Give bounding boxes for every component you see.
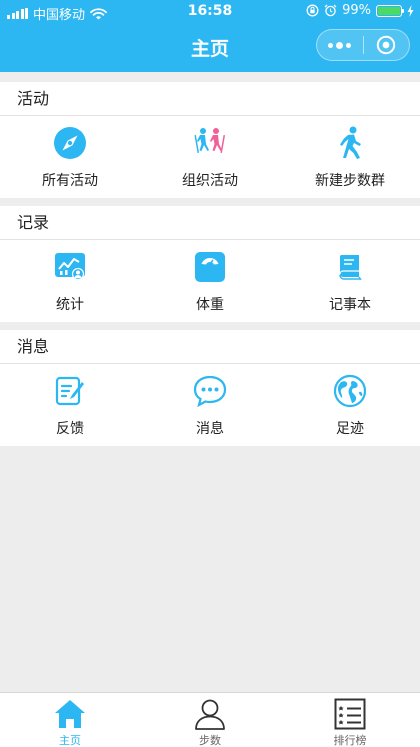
hikers-icon [194,128,226,154]
menu-item-messages[interactable]: 消息 [140,364,280,452]
menu-item-label: 消息 [196,421,224,437]
chat-bubble-icon [193,375,227,408]
section-title: 记录 [0,206,420,240]
charging-icon [407,4,414,17]
section-title: 消息 [0,330,420,364]
more-button[interactable] [317,30,363,60]
menu-item-label: 反馈 [56,421,84,437]
status-bar: 中国移动 16:58 99% [0,0,420,24]
menu-item-label: 统计 [56,297,84,313]
battery-percent: 99% [342,3,371,18]
globe-icon [333,374,367,408]
menu-item-label: 所有活动 [42,173,98,189]
home-icon [55,700,85,728]
battery-icon [376,4,404,17]
section-grid: 所有活动 组织活动 新建步数群 [0,116,420,204]
menu-item-notebook[interactable]: 记事本 [280,240,420,328]
menu-item-label: 足迹 [336,421,364,437]
miniprogram-capsule [316,29,410,61]
section-records: 记录 统计 体重 记事本 [0,206,420,322]
menu-item-label: 新建步数群 [315,173,385,189]
bottom-tab-bar: 主页 步数 排行榜 [0,692,420,747]
section-grid: 统计 体重 记事本 [0,240,420,328]
notebook-icon [339,255,362,280]
menu-item-weight[interactable]: 体重 [140,240,280,328]
ranking-list-icon [334,698,366,730]
menu-item-footprints[interactable]: 足迹 [280,364,420,452]
menu-item-new-step-group[interactable]: 新建步数群 [280,116,420,204]
tab-label: 主页 [59,734,81,747]
menu-item-statistics[interactable]: 统计 [0,240,140,328]
menu-item-label: 体重 [196,297,224,313]
stats-chart-icon [55,253,85,281]
weight-scale-icon [195,252,225,282]
tab-label: 步数 [199,734,221,747]
top-header: 中国移动 16:58 99% 主页 [0,0,420,72]
menu-item-feedback[interactable]: 反馈 [0,364,140,452]
tab-label: 排行榜 [333,734,367,747]
menu-item-label: 记事本 [329,297,371,313]
tab-steps[interactable]: 步数 [140,693,280,747]
walking-person-icon [340,126,361,159]
target-circle-icon [377,35,396,55]
section-grid: 反馈 消息 足迹 [0,364,420,452]
menu-item-label: 组织活动 [182,173,238,189]
close-button[interactable] [363,30,409,60]
section-messages: 消息 反馈 消息 足迹 [0,330,420,446]
more-dots-icon [328,41,352,49]
section-title: 活动 [0,82,420,116]
edit-note-icon [55,376,84,406]
status-right: 99% [306,3,414,18]
compass-icon [54,127,86,159]
tab-home[interactable]: 主页 [0,693,140,747]
orientation-lock-icon [306,4,319,17]
section-activity: 活动 所有活动 组织活动 新建步数群 [0,82,420,198]
alarm-icon [324,4,337,17]
menu-item-all-activities[interactable]: 所有活动 [0,116,140,204]
tab-ranking[interactable]: 排行榜 [280,693,420,747]
user-outline-icon [195,699,225,730]
menu-item-organize-activity[interactable]: 组织活动 [140,116,280,204]
